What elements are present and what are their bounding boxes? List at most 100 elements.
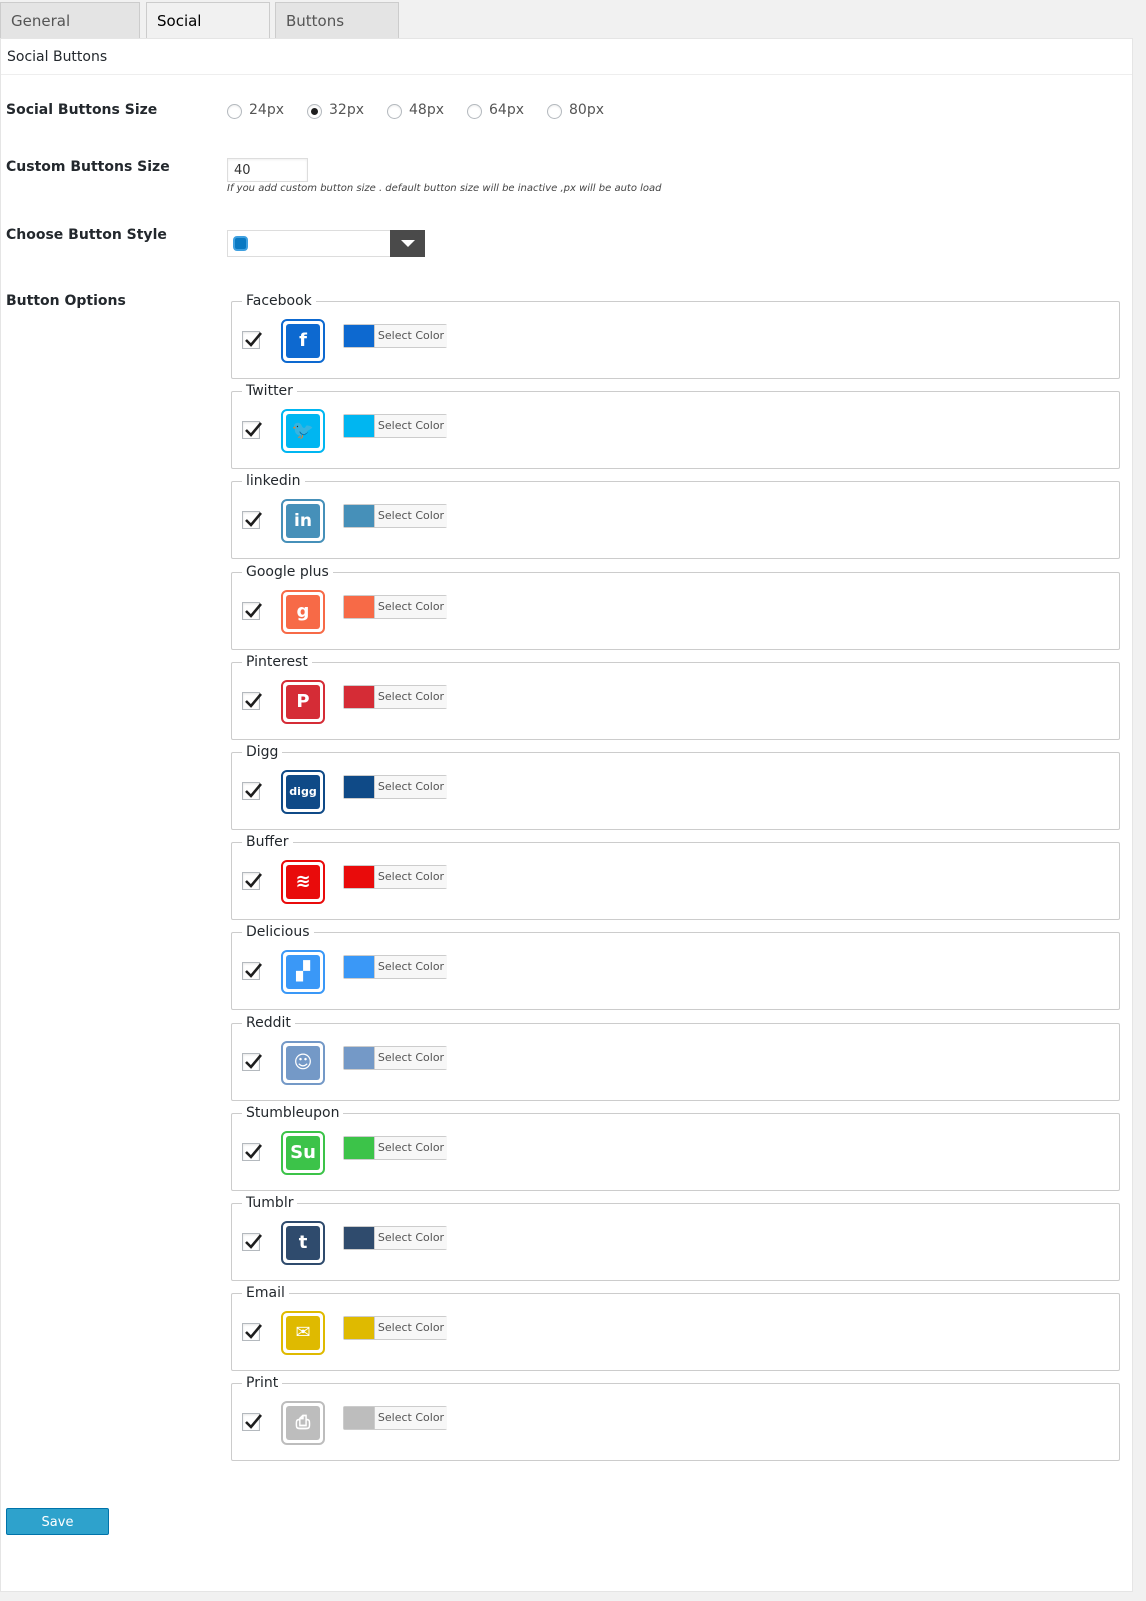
button-option-email: Email ✉ Select Color xyxy=(231,1284,1120,1371)
select-color-button[interactable]: Select Color xyxy=(343,685,447,709)
select-color-button[interactable]: Select Color xyxy=(343,865,447,889)
checkmark-icon xyxy=(245,1234,262,1249)
color-swatch[interactable] xyxy=(344,1407,374,1429)
tab-social-buttons[interactable]: Social Buttons xyxy=(146,2,270,66)
enable-checkbox[interactable] xyxy=(242,1053,262,1071)
select-color-button[interactable]: Select Color xyxy=(343,504,447,528)
select-color-button[interactable]: Select Color xyxy=(343,955,447,979)
twitter-icon: 🐦 xyxy=(286,414,320,448)
select-color-button[interactable]: Select Color xyxy=(343,595,447,619)
enable-checkbox[interactable] xyxy=(242,782,262,800)
checkmark-icon xyxy=(245,873,262,888)
select-color-button[interactable]: Select Color xyxy=(343,414,447,438)
color-swatch[interactable] xyxy=(344,1047,374,1069)
radio-label: 64px xyxy=(489,102,524,118)
select-color-button[interactable]: Select Color xyxy=(343,1136,447,1160)
color-swatch[interactable] xyxy=(344,866,374,888)
color-swatch[interactable] xyxy=(344,596,374,618)
enable-checkbox[interactable] xyxy=(242,872,262,890)
checkmark-icon xyxy=(245,422,262,437)
social-button-preview: Su xyxy=(281,1131,325,1175)
buffer-icon: ≋ xyxy=(286,865,320,899)
select-color-button[interactable]: Select Color xyxy=(343,1226,447,1250)
social-button-preview: 🐦 xyxy=(281,409,325,453)
select-color-label: Select Color xyxy=(374,1317,447,1339)
radio-circle[interactable] xyxy=(307,104,322,119)
radio-label: 48px xyxy=(409,102,444,118)
select-color-button[interactable]: Select Color xyxy=(343,324,447,348)
button-option-buffer: Buffer ≋ Select Color xyxy=(231,833,1120,920)
chevron-down-icon xyxy=(401,240,415,247)
select-color-label: Select Color xyxy=(374,415,447,437)
checkmark-icon xyxy=(245,332,262,347)
color-swatch[interactable] xyxy=(344,1137,374,1159)
button-option-legend: Stumbleupon xyxy=(242,1104,344,1122)
button-option-stumbleupon: Stumbleupon Su Select Color xyxy=(231,1104,1120,1191)
color-swatch[interactable] xyxy=(344,1227,374,1249)
color-swatch[interactable] xyxy=(344,505,374,527)
reddit-icon: ☺ xyxy=(286,1046,320,1080)
select-color-button[interactable]: Select Color xyxy=(343,775,447,799)
select-color-label: Select Color xyxy=(374,1407,447,1429)
checkmark-icon xyxy=(245,1324,262,1339)
enable-checkbox[interactable] xyxy=(242,1323,262,1341)
color-swatch[interactable] xyxy=(344,415,374,437)
select-color-button[interactable]: Select Color xyxy=(343,1316,447,1340)
enable-checkbox[interactable] xyxy=(242,602,262,620)
custom-size-input[interactable] xyxy=(227,158,308,182)
tab-bar: General Settings Social Buttons Buttons … xyxy=(0,0,1146,66)
checkmark-icon xyxy=(245,693,262,708)
tumblr-icon: t xyxy=(286,1226,320,1260)
checkmark-icon xyxy=(245,1414,262,1429)
button-option-facebook: Facebook f Select Color xyxy=(231,292,1120,379)
button-option-legend: Facebook xyxy=(242,292,316,310)
button-option-legend: Delicious xyxy=(242,923,314,941)
color-swatch[interactable] xyxy=(344,325,374,347)
button-option-google-plus: Google plus g Select Color xyxy=(231,563,1120,650)
enable-checkbox[interactable] xyxy=(242,331,262,349)
style-preview-swatch xyxy=(233,236,248,251)
radio-circle[interactable] xyxy=(547,104,562,119)
checkmark-icon xyxy=(245,603,262,618)
color-swatch[interactable] xyxy=(344,686,374,708)
radio-circle[interactable] xyxy=(467,104,482,119)
color-swatch[interactable] xyxy=(344,956,374,978)
checkmark-icon xyxy=(245,783,262,798)
enable-checkbox[interactable] xyxy=(242,1143,262,1161)
settings-panel: Social Buttons Social Buttons Size 24px … xyxy=(0,38,1133,1592)
save-changes-button[interactable]: Save Changes xyxy=(6,1508,109,1555)
digg-icon: digg xyxy=(286,775,320,809)
button-option-reddit: Reddit ☺ Select Color xyxy=(231,1014,1120,1101)
select-color-label: Select Color xyxy=(374,686,447,708)
tab-buttons-effect[interactable]: Buttons Effect xyxy=(275,2,399,66)
button-option-pinterest: Pinterest P Select Color xyxy=(231,653,1120,740)
select-color-label: Select Color xyxy=(374,776,447,798)
button-option-delicious: Delicious ▞ Select Color xyxy=(231,923,1120,1010)
enable-checkbox[interactable] xyxy=(242,692,262,710)
social-button-preview: ☺ xyxy=(281,1041,325,1085)
tab-general-settings[interactable]: General Settings xyxy=(0,2,140,66)
social-button-preview: g xyxy=(281,590,325,634)
dropdown-arrow-button[interactable] xyxy=(390,230,425,257)
enable-checkbox[interactable] xyxy=(242,1413,262,1431)
radio-circle[interactable] xyxy=(387,104,402,119)
color-swatch[interactable] xyxy=(344,1317,374,1339)
button-option-legend: Print xyxy=(242,1374,283,1392)
social-buttons-size-label: Social Buttons Size xyxy=(6,102,158,118)
button-option-twitter: Twitter 🐦 Select Color xyxy=(231,382,1120,469)
button-option-legend: Pinterest xyxy=(242,653,312,671)
enable-checkbox[interactable] xyxy=(242,962,262,980)
select-color-button[interactable]: Select Color xyxy=(343,1406,447,1430)
select-color-label: Select Color xyxy=(374,325,447,347)
radio-circle[interactable] xyxy=(227,104,242,119)
button-style-select[interactable] xyxy=(227,230,425,257)
radio-label: 24px xyxy=(249,102,284,118)
enable-checkbox[interactable] xyxy=(242,1233,262,1251)
enable-checkbox[interactable] xyxy=(242,511,262,529)
button-option-linkedin: linkedin in Select Color xyxy=(231,472,1120,559)
button-option-legend: Reddit xyxy=(242,1014,295,1032)
select-color-button[interactable]: Select Color xyxy=(343,1046,447,1070)
color-swatch[interactable] xyxy=(344,776,374,798)
enable-checkbox[interactable] xyxy=(242,421,262,439)
choose-button-style-label: Choose Button Style xyxy=(6,227,167,243)
